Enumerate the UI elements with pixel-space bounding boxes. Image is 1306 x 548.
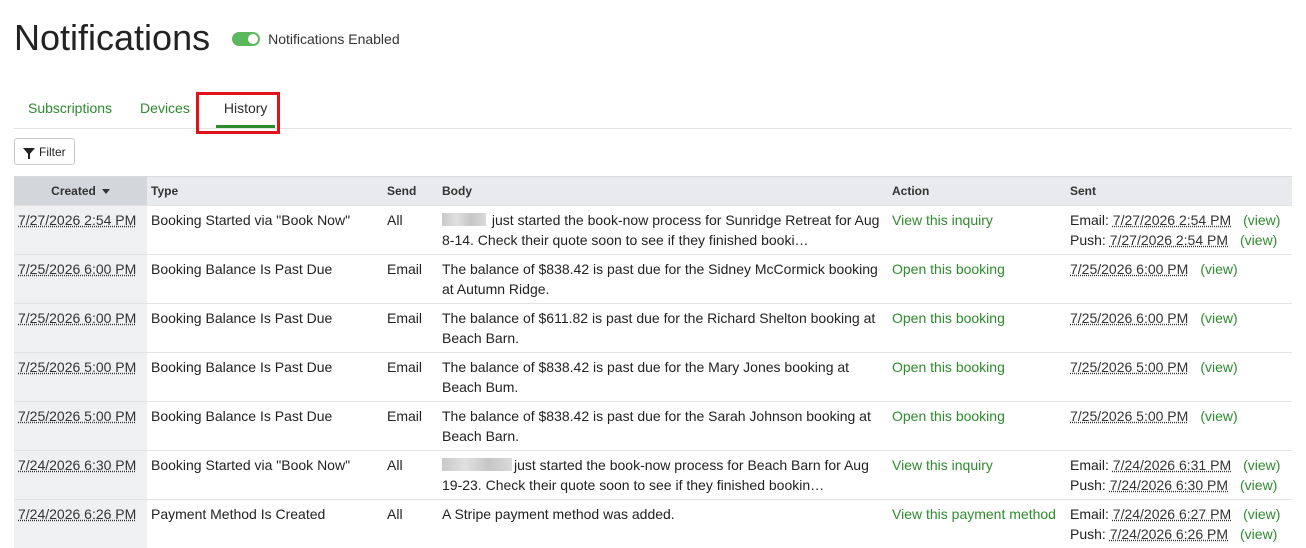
sort-desc-icon xyxy=(102,189,110,194)
send-cell: All xyxy=(383,206,438,255)
created-cell: 7/25/2026 5:00 PM xyxy=(14,402,147,451)
view-link[interactable]: (view) xyxy=(1200,406,1237,426)
sent-cell: Email: 7/27/2026 2:54 PM(view) Push: 7/2… xyxy=(1066,206,1292,255)
action-cell: Open this booking xyxy=(888,304,1066,353)
column-header-body: Body xyxy=(438,177,888,206)
action-cell: Open this booking xyxy=(888,353,1066,402)
action-link[interactable]: Open this booking xyxy=(892,408,1005,424)
send-cell: Email xyxy=(383,255,438,304)
redacted-name xyxy=(442,458,512,471)
notifications-history-table: Created Type Send Body Action Sent 7/27/… xyxy=(14,176,1292,548)
column-header-sent: Sent xyxy=(1066,177,1292,206)
send-cell: All xyxy=(383,500,438,548)
table-row: 7/24/2026 6:30 PM Booking Started via "B… xyxy=(14,451,1292,500)
filter-button-label: Filter xyxy=(39,145,66,159)
history-tab-highlight-box xyxy=(196,92,280,134)
body-cell: A Stripe payment method was added. xyxy=(438,500,888,548)
type-cell: Booking Balance Is Past Due xyxy=(147,353,383,402)
column-header-type: Type xyxy=(147,177,383,206)
action-link[interactable]: Open this booking xyxy=(892,310,1005,326)
view-link[interactable]: (view) xyxy=(1200,308,1237,328)
body-cell: The balance of $838.42 is past due for t… xyxy=(438,353,888,402)
send-cell: All xyxy=(383,451,438,500)
created-timestamp[interactable]: 7/25/2026 5:00 PM xyxy=(18,359,136,375)
column-header-send: Send xyxy=(383,177,438,206)
sent-cell: Email: 7/24/2026 6:27 PM(view) Push: 7/2… xyxy=(1066,500,1292,548)
action-cell: Open this booking xyxy=(888,402,1066,451)
created-cell: 7/24/2026 6:30 PM xyxy=(14,451,147,500)
type-cell: Booking Balance Is Past Due xyxy=(147,255,383,304)
body-cell: just started the book-now process for Su… xyxy=(438,206,888,255)
view-link[interactable]: (view) xyxy=(1200,259,1237,279)
send-cell: Email xyxy=(383,304,438,353)
table-row: 7/25/2026 5:00 PM Booking Balance Is Pas… xyxy=(14,402,1292,451)
action-cell: View this payment method xyxy=(888,500,1066,548)
created-cell: 7/24/2026 6:26 PM xyxy=(14,500,147,548)
created-timestamp[interactable]: 7/24/2026 6:26 PM xyxy=(18,506,136,522)
type-cell: Booking Balance Is Past Due xyxy=(147,304,383,353)
sent-cell: 7/25/2026 6:00 PM(view) xyxy=(1066,304,1292,353)
notifications-toggle-group[interactable]: Notifications Enabled xyxy=(232,31,400,47)
type-cell: Booking Started via "Book Now" xyxy=(147,451,383,500)
action-link[interactable]: View this payment method xyxy=(892,506,1056,522)
type-cell: Booking Started via "Book Now" xyxy=(147,206,383,255)
type-cell: Payment Method Is Created xyxy=(147,500,383,548)
view-link[interactable]: (view) xyxy=(1200,357,1237,377)
action-cell: View this inquiry xyxy=(888,451,1066,500)
table-row: 7/25/2026 6:00 PM Booking Balance Is Pas… xyxy=(14,255,1292,304)
column-header-created[interactable]: Created xyxy=(14,177,147,206)
column-header-action: Action xyxy=(888,177,1066,206)
created-timestamp[interactable]: 7/25/2026 5:00 PM xyxy=(18,408,136,424)
body-cell: The balance of $611.82 is past due for t… xyxy=(438,304,888,353)
view-link[interactable]: (view) xyxy=(1240,475,1277,495)
filter-button[interactable]: Filter xyxy=(14,138,75,165)
action-link[interactable]: View this inquiry xyxy=(892,457,993,473)
action-cell: Open this booking xyxy=(888,255,1066,304)
body-cell: The balance of $838.42 is past due for t… xyxy=(438,255,888,304)
view-link[interactable]: (view) xyxy=(1243,504,1280,524)
created-timestamp[interactable]: 7/25/2026 6:00 PM xyxy=(18,261,136,277)
created-cell: 7/25/2026 5:00 PM xyxy=(14,353,147,402)
created-cell: 7/27/2026 2:54 PM xyxy=(14,206,147,255)
sent-cell: Email: 7/24/2026 6:31 PM(view) Push: 7/2… xyxy=(1066,451,1292,500)
table-row: 7/24/2026 6:26 PM Payment Method Is Crea… xyxy=(14,500,1292,548)
action-cell: View this inquiry xyxy=(888,206,1066,255)
action-link[interactable]: View this inquiry xyxy=(892,212,993,228)
table-row: 7/25/2026 6:00 PM Booking Balance Is Pas… xyxy=(14,304,1292,353)
table-header-row: Created Type Send Body Action Sent xyxy=(14,177,1292,206)
action-link[interactable]: Open this booking xyxy=(892,359,1005,375)
sent-cell: 7/25/2026 5:00 PM(view) xyxy=(1066,353,1292,402)
body-cell: The balance of $838.42 is past due for t… xyxy=(438,402,888,451)
sent-cell: 7/25/2026 5:00 PM(view) xyxy=(1066,402,1292,451)
created-cell: 7/25/2026 6:00 PM xyxy=(14,255,147,304)
funnel-icon xyxy=(23,148,35,155)
created-timestamp[interactable]: 7/25/2026 6:00 PM xyxy=(18,310,136,326)
send-cell: Email xyxy=(383,353,438,402)
created-timestamp[interactable]: 7/27/2026 2:54 PM xyxy=(18,212,136,228)
send-cell: Email xyxy=(383,402,438,451)
view-link[interactable]: (view) xyxy=(1240,524,1277,544)
page-header: Notifications Notifications Enabled xyxy=(14,14,400,62)
table-row: 7/25/2026 5:00 PM Booking Balance Is Pas… xyxy=(14,353,1292,402)
notifications-toggle[interactable] xyxy=(232,32,260,46)
view-link[interactable]: (view) xyxy=(1243,210,1280,230)
action-link[interactable]: Open this booking xyxy=(892,261,1005,277)
created-timestamp[interactable]: 7/24/2026 6:30 PM xyxy=(18,457,136,473)
body-cell: just started the book-now process for Be… xyxy=(438,451,888,500)
notifications-toggle-label: Notifications Enabled xyxy=(268,31,400,47)
type-cell: Booking Balance Is Past Due xyxy=(147,402,383,451)
sent-cell: 7/25/2026 6:00 PM(view) xyxy=(1066,255,1292,304)
tab-devices[interactable]: Devices xyxy=(126,92,204,128)
view-link[interactable]: (view) xyxy=(1243,455,1280,475)
table-row: 7/27/2026 2:54 PM Booking Started via "B… xyxy=(14,206,1292,255)
redacted-name xyxy=(442,213,486,226)
tab-subscriptions[interactable]: Subscriptions xyxy=(14,92,126,128)
created-cell: 7/25/2026 6:00 PM xyxy=(14,304,147,353)
page-title: Notifications xyxy=(14,14,210,62)
view-link[interactable]: (view) xyxy=(1240,230,1277,250)
